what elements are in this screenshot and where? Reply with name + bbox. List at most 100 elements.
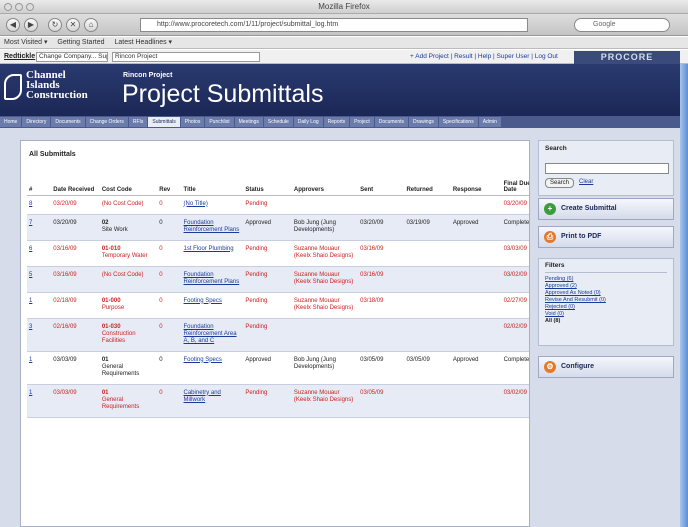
print-to-pdf-button[interactable]: ⎙ Print to PDF [538, 226, 674, 248]
column-header[interactable]: Approvers [291, 169, 359, 196]
bookmark-item[interactable]: Most Visited ▾ [4, 39, 47, 46]
cell-num[interactable]: 1 [27, 351, 52, 385]
table-row[interactable]: 3 02/16/09 01-030 Construction Facilities 0 F… [27, 318, 529, 352]
project-select[interactable]: Rincon Project [112, 52, 260, 62]
bookmark-item[interactable]: Getting Started [57, 39, 104, 46]
submittal-link[interactable]: 7 [29, 220, 32, 226]
tab-reports[interactable]: Reports [323, 117, 350, 127]
column-header[interactable]: Returned [404, 169, 451, 196]
submittal-link[interactable]: Cabinetry and Millwork [184, 390, 221, 403]
submittal-link[interactable]: 1st Floor Plumbing [184, 246, 234, 252]
submittal-link[interactable]: (No Title) [184, 201, 208, 207]
cell-num[interactable]: 3 [27, 318, 52, 352]
tab-punchlist[interactable]: Punchlist [205, 117, 234, 127]
tab-project[interactable]: Project [350, 117, 374, 127]
bookmark-item[interactable]: Latest Headlines ▾ [114, 39, 172, 46]
cell-num[interactable]: 5 [27, 266, 52, 293]
tab-home[interactable]: Home [0, 117, 22, 127]
column-header[interactable]: Cost Code [99, 169, 158, 196]
filter-rejected[interactable]: Rejected (0) [545, 304, 667, 311]
filter-void[interactable]: Void (0) [545, 311, 667, 318]
filter-approved-as-noted[interactable]: Approved As Noted (0) [545, 290, 667, 297]
column-header[interactable]: Date Received [51, 169, 100, 196]
cell-title[interactable]: 1st Floor Plumbing [181, 240, 244, 267]
page-scrollbar[interactable] [680, 64, 688, 527]
account-links[interactable]: + Add Project | Result | Help | Super Us… [410, 50, 558, 63]
table-row[interactable]: 8 03/20/09 (No Cost Code) 0 (No Title) Pendin… [27, 195, 529, 215]
cell-num[interactable]: 1 [27, 292, 52, 319]
filter-approved[interactable]: Approved (2) [545, 283, 667, 290]
column-header[interactable]: Response [450, 169, 502, 196]
toolbar-label[interactable]: Redtickle [4, 50, 35, 63]
tab-photos[interactable]: Photos [180, 117, 205, 127]
home-icon[interactable]: ⌂ [84, 18, 98, 32]
filter-pending[interactable]: Pending (6) [545, 276, 667, 283]
url-bar[interactable]: http://www.procoretech.com/1/11/project/… [140, 18, 528, 32]
cell-approvers [291, 318, 359, 352]
clear-link[interactable]: Clear [579, 179, 593, 185]
cell-num[interactable]: 1 [27, 384, 52, 418]
table-row[interactable]: 1 03/03/09 01 General Requirements 0 Footing … [27, 351, 529, 385]
stop-icon[interactable]: ✕ [66, 18, 80, 32]
filter-all[interactable]: All (8) [545, 318, 667, 325]
submittal-link[interactable]: 1 [29, 357, 32, 363]
tab-drawings[interactable]: Drawings [409, 117, 438, 127]
cell-num[interactable]: 7 [27, 214, 52, 241]
submittal-link[interactable]: Foundation Reinforcement Plans [184, 220, 240, 233]
tab-submittals[interactable]: Submittals [148, 117, 180, 127]
table-row[interactable]: 5 03/16/09 (No Cost Code) 0 Foundation Reinf… [27, 266, 529, 293]
cell-title[interactable]: Cabinetry and Millwork [181, 384, 244, 418]
cell-title[interactable]: Foundation Reinforcement Plans [181, 214, 244, 241]
tab-rfis[interactable]: RFIs [128, 117, 148, 127]
cell-title[interactable]: Foundation Reinforcement Plans [181, 266, 244, 293]
column-header[interactable]: Sent [358, 169, 405, 196]
cell-title[interactable]: (No Title) [181, 195, 244, 215]
search-button[interactable]: Search [545, 178, 575, 188]
submittal-link[interactable]: 1 [29, 298, 32, 304]
configure-button[interactable]: ⚙ Configure [538, 356, 674, 378]
cell-title[interactable]: Foundation Reinforcement Area A, B, and … [181, 318, 244, 352]
tab-specifications[interactable]: Specifications [438, 117, 478, 127]
create-submittal-button[interactable]: + Create Submittal [538, 198, 674, 220]
cell-num[interactable]: 6 [27, 240, 52, 267]
cell-title[interactable]: Footing Specs [181, 292, 244, 319]
cell-title[interactable]: Footing Specs [181, 351, 244, 385]
tab-daily-log[interactable]: Daily Log [293, 117, 323, 127]
column-header[interactable]: Rev [157, 169, 182, 196]
filter-revise-resubmit[interactable]: Revise And Resubmit (0) [545, 297, 667, 304]
tab-change-orders[interactable]: Change Orders [85, 117, 128, 127]
submittal-link[interactable]: 1 [29, 390, 32, 396]
browser-search-input[interactable]: Google [574, 18, 670, 32]
tab-schedule[interactable]: Schedule [263, 117, 293, 127]
column-header[interactable]: Status [243, 169, 292, 196]
submittal-link[interactable]: Foundation Reinforcement Area A, B, and … [184, 324, 237, 344]
tab-documents[interactable]: Documents [374, 117, 409, 127]
tab-admin[interactable]: Admin [478, 117, 501, 127]
column-header[interactable]: # [27, 169, 52, 196]
tab-meetings[interactable]: Meetings [234, 117, 263, 127]
cell-num[interactable]: 8 [27, 195, 52, 215]
table-row[interactable]: 1 03/03/09 01 General Requirements 0 Cabinetr… [27, 384, 529, 418]
reload-icon[interactable]: ↻ [48, 18, 62, 32]
submittal-link[interactable]: 5 [29, 272, 32, 278]
cell-sent: 03/18/09 [358, 292, 405, 319]
back-icon[interactable]: ◀ [6, 18, 20, 32]
submittal-link[interactable]: 8 [29, 201, 32, 207]
table-row[interactable]: 6 03/16/09 01-010 Temporary Water 0 1st Floor… [27, 240, 529, 267]
submittal-search-input[interactable] [545, 163, 669, 174]
cell-code: 01 General Requirements [99, 384, 158, 418]
table-row[interactable]: 7 03/20/09 02 Site Work 0 Foundation Reinforc… [27, 214, 529, 241]
column-header[interactable]: Final Due Date [501, 169, 529, 196]
submittal-link[interactable]: 3 [29, 324, 32, 330]
table-row[interactable]: 1 02/18/09 01-000 Purpose 0 Footing Specs Pend… [27, 292, 529, 319]
forward-icon[interactable]: ▶ [24, 18, 38, 32]
submittal-link[interactable]: Foundation Reinforcement Plans [184, 272, 240, 285]
company-select[interactable]: Change Company... Superuser [36, 52, 108, 62]
tab-directory[interactable]: Directory [22, 117, 51, 127]
cell-code: 01 General Requirements [99, 351, 158, 385]
submittal-link[interactable]: Footing Specs [184, 298, 222, 304]
column-header[interactable]: Title [181, 169, 244, 196]
tab-documents[interactable]: Documents [51, 117, 85, 127]
submittal-link[interactable]: Footing Specs [184, 357, 222, 363]
submittal-link[interactable]: 6 [29, 246, 32, 252]
